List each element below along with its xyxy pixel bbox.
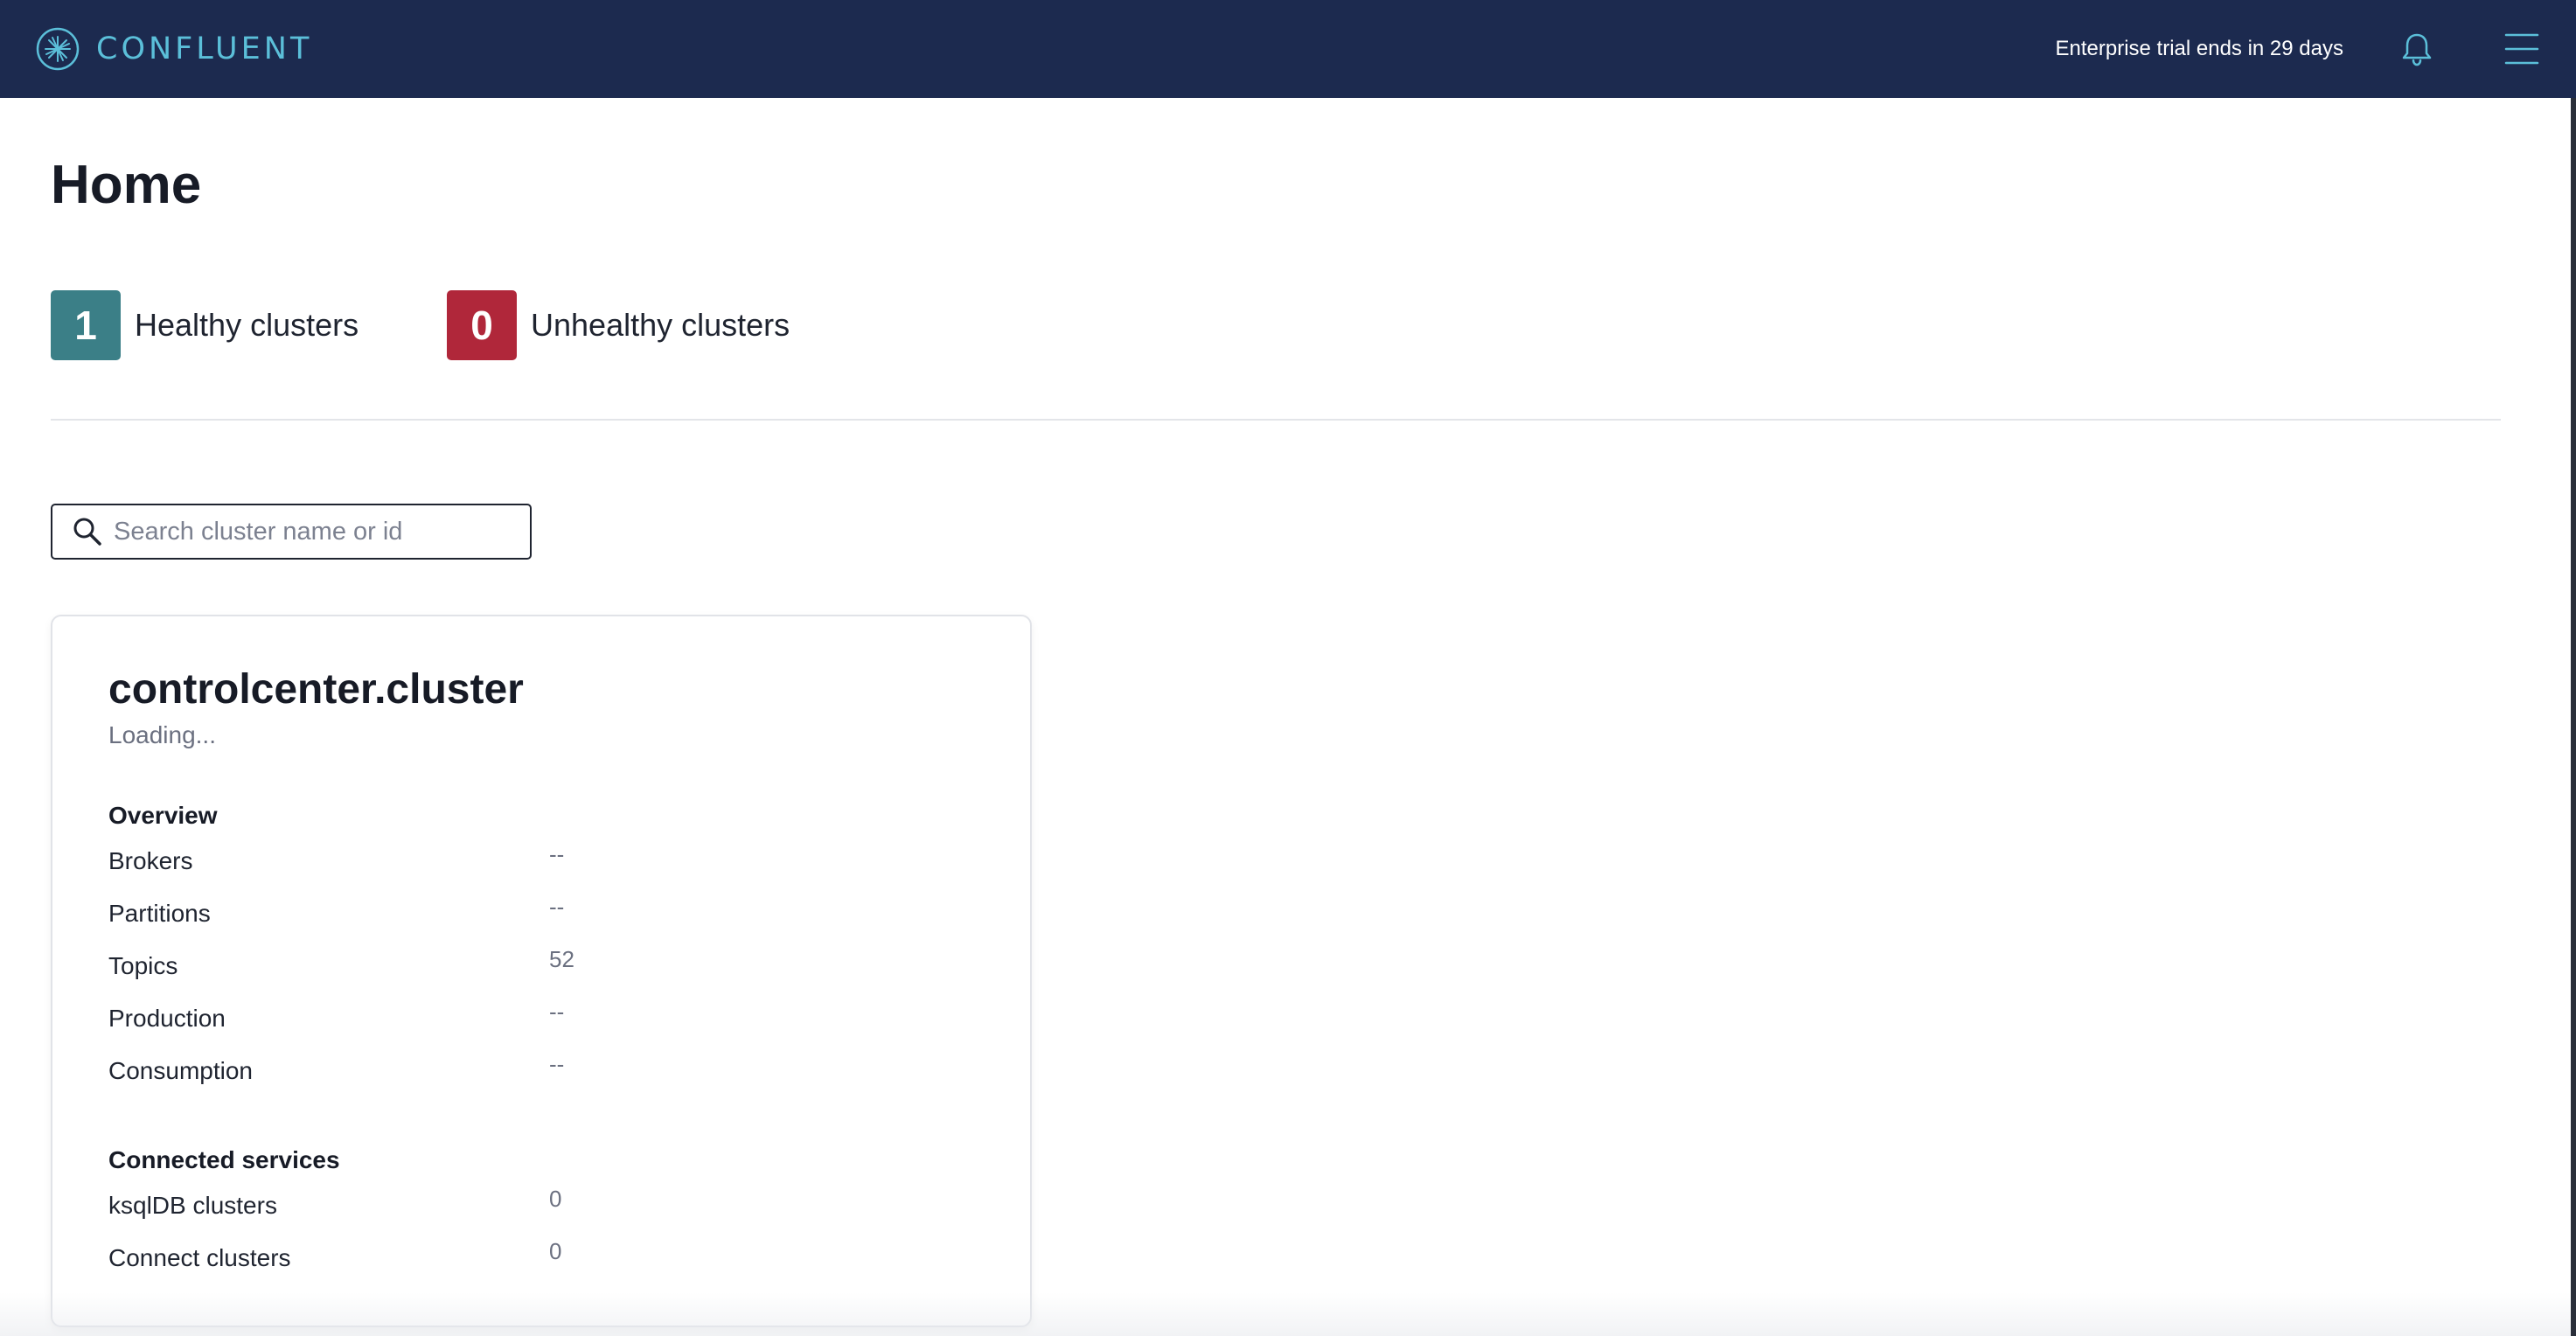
production-label: Production: [108, 1005, 226, 1032]
partitions-value: --: [549, 894, 565, 920]
connect-clusters-label: Connect clusters: [108, 1244, 291, 1271]
cluster-search-input[interactable]: [114, 510, 516, 553]
section-divider: [51, 419, 2501, 421]
trial-notice[interactable]: Enterprise trial ends in 29 days: [2055, 35, 2343, 63]
brokers-value: --: [549, 841, 565, 867]
confluent-logo[interactable]: CONFLUENT: [35, 26, 312, 72]
overview-heading: Overview: [108, 802, 218, 829]
cluster-search-box[interactable]: [51, 504, 532, 560]
healthy-clusters-stat[interactable]: 1 Healthy clusters: [51, 290, 359, 360]
connected-services-heading: Connected services: [108, 1146, 340, 1173]
cluster-status: Loading...: [108, 721, 216, 748]
healthy-clusters-count: 1: [51, 290, 121, 360]
healthy-clusters-label: Healthy clusters: [135, 307, 359, 343]
top-navigation-bar: CONFLUENT Enterprise trial ends in 29 da…: [0, 0, 2576, 98]
ksqldb-clusters-value: 0: [549, 1186, 562, 1212]
connect-clusters-value: 0: [549, 1238, 562, 1264]
production-value: --: [549, 999, 565, 1025]
cluster-name[interactable]: controlcenter.cluster: [108, 664, 524, 716]
unhealthy-clusters-label: Unhealthy clusters: [531, 307, 790, 343]
brokers-label: Brokers: [108, 847, 193, 874]
ksqldb-clusters-label: ksqlDB clusters: [108, 1192, 277, 1219]
unhealthy-clusters-count: 0: [447, 290, 517, 360]
window-edge: [2571, 98, 2576, 1336]
partitions-label: Partitions: [108, 900, 211, 927]
topics-label: Topics: [108, 952, 178, 979]
topics-value: 52: [549, 946, 574, 972]
confluent-logo-icon: [36, 27, 80, 71]
menu-icon[interactable]: [2503, 30, 2541, 68]
cluster-card[interactable]: controlcenter.cluster Loading... Overvie…: [51, 615, 1032, 1327]
brand-name: CONFLUENT: [96, 31, 313, 66]
consumption-value: --: [549, 1051, 565, 1077]
unhealthy-clusters-stat[interactable]: 0 Unhealthy clusters: [447, 290, 790, 360]
search-icon: [73, 518, 101, 546]
consumption-label: Consumption: [108, 1057, 253, 1084]
page-title: Home: [51, 155, 202, 215]
bell-icon[interactable]: [2398, 30, 2436, 68]
